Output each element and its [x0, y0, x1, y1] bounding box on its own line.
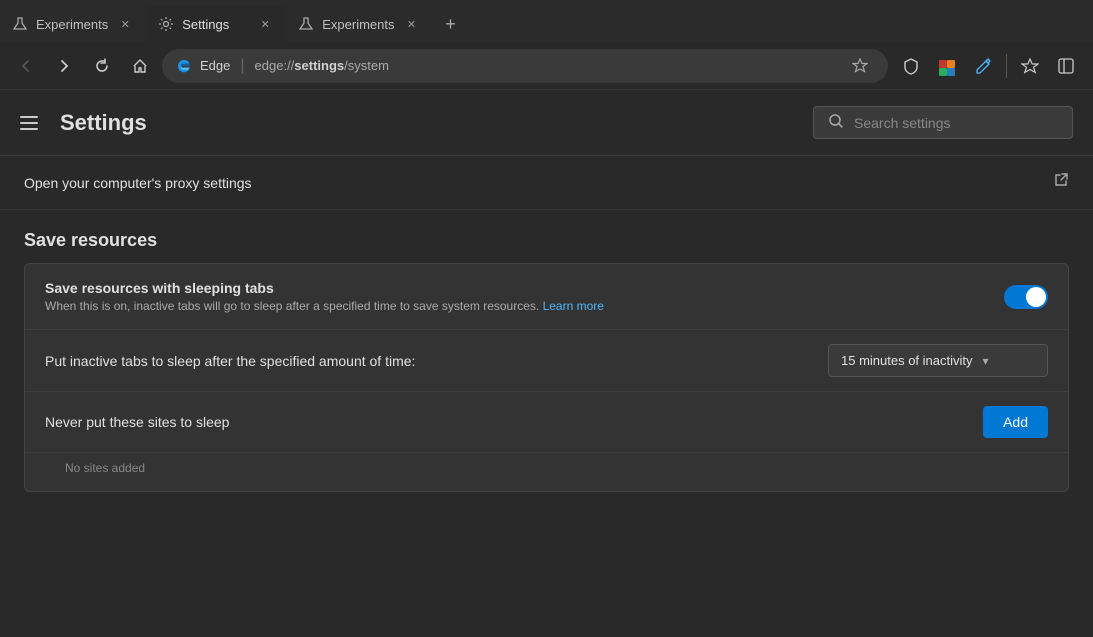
- tab-experiments-1[interactable]: Experiments ✕: [0, 6, 146, 42]
- sleeping-tabs-desc: When this is on, inactive tabs will go t…: [45, 299, 1004, 313]
- address-url: edge://settings/system: [255, 58, 389, 73]
- back-button[interactable]: [10, 50, 42, 82]
- search-icon: [828, 113, 844, 132]
- edge-browser-icon: [176, 58, 192, 74]
- settings-header: Settings: [0, 90, 1093, 156]
- search-settings-container[interactable]: [813, 106, 1073, 139]
- address-protocol: edge://: [255, 58, 295, 73]
- search-settings-input[interactable]: [854, 115, 1058, 131]
- tab-experiments-1-close[interactable]: ✕: [116, 15, 134, 33]
- save-resources-title: Save resources: [0, 210, 1093, 263]
- page-title: Settings: [60, 110, 147, 136]
- nav-bar: Edge | edge://settings/system: [0, 42, 1093, 90]
- inactive-sleep-selected: 15 minutes of inactivity: [841, 353, 973, 368]
- address-suffix: /system: [344, 58, 389, 73]
- tab-settings-close[interactable]: ✕: [256, 15, 274, 33]
- sleeping-tabs-content: Save resources with sleeping tabs When t…: [45, 280, 1004, 313]
- tab-settings[interactable]: Settings ✕: [146, 6, 286, 42]
- menu-button[interactable]: [20, 111, 44, 135]
- home-button[interactable]: [124, 50, 156, 82]
- tab-bar: Experiments ✕ Settings ✕ Experiments ✕ +: [0, 0, 1093, 42]
- no-sites-row: No sites added: [25, 453, 1068, 491]
- dropdown-arrow-icon: ▾: [983, 354, 989, 368]
- save-resources-card: Save resources with sleeping tabs When t…: [24, 263, 1069, 492]
- browser-name-text: Edge: [200, 58, 230, 73]
- new-tab-button[interactable]: +: [433, 6, 469, 42]
- favorite-button[interactable]: [846, 52, 874, 80]
- editor-button[interactable]: [966, 49, 1000, 83]
- no-sites-text: No sites added: [45, 455, 145, 479]
- toggle-knob: [1026, 287, 1046, 307]
- proxy-section[interactable]: Open your computer's proxy settings: [0, 156, 1093, 210]
- inactive-sleep-row: Put inactive tabs to sleep after the spe…: [25, 330, 1068, 392]
- tab-experiments-2-label: Experiments: [322, 17, 394, 32]
- add-site-button[interactable]: Add: [983, 406, 1048, 438]
- new-tab-icon: +: [445, 14, 456, 35]
- sleeping-tabs-title: Save resources with sleeping tabs: [45, 280, 1004, 296]
- tab-settings-label: Settings: [182, 17, 229, 32]
- favorites-button[interactable]: [1013, 49, 1047, 83]
- browser-essentials-button[interactable]: [930, 49, 964, 83]
- never-sleep-row: Never put these sites to sleep Add: [25, 392, 1068, 453]
- sidebar-button[interactable]: [1049, 49, 1083, 83]
- sleeping-tabs-row: Save resources with sleeping tabs When t…: [25, 264, 1068, 330]
- nav-divider-1: [1006, 54, 1007, 78]
- proxy-label: Open your computer's proxy settings: [24, 175, 252, 191]
- nav-right-icons: [894, 49, 1083, 83]
- menu-bar-2: [20, 122, 38, 124]
- experiments-icon-1: [12, 16, 28, 32]
- address-path: settings: [294, 58, 344, 73]
- learn-more-link[interactable]: Learn more: [543, 299, 604, 313]
- sleeping-tabs-toggle[interactable]: [1004, 285, 1048, 309]
- never-sleep-label: Never put these sites to sleep: [45, 414, 983, 430]
- inactive-sleep-label: Put inactive tabs to sleep after the spe…: [45, 353, 828, 369]
- tab-experiments-2[interactable]: Experiments ✕: [286, 6, 432, 42]
- inactive-sleep-dropdown[interactable]: 15 minutes of inactivity ▾: [828, 344, 1048, 377]
- experiments-icon-2: [298, 16, 314, 32]
- external-link-icon: [1053, 172, 1069, 193]
- address-separator: |: [240, 57, 244, 75]
- address-bar[interactable]: Edge | edge://settings/system: [162, 49, 888, 83]
- sleeping-tabs-desc-text: When this is on, inactive tabs will go t…: [45, 299, 539, 313]
- menu-bar-1: [20, 116, 38, 118]
- menu-bar-3: [20, 128, 38, 130]
- tab-experiments-1-label: Experiments: [36, 17, 108, 32]
- settings-content: Settings Open your computer's proxy sett…: [0, 90, 1093, 637]
- forward-button[interactable]: [48, 50, 80, 82]
- settings-cog-icon: [158, 16, 174, 32]
- refresh-button[interactable]: [86, 50, 118, 82]
- tab-experiments-2-close[interactable]: ✕: [403, 15, 421, 33]
- shield-button[interactable]: [894, 49, 928, 83]
